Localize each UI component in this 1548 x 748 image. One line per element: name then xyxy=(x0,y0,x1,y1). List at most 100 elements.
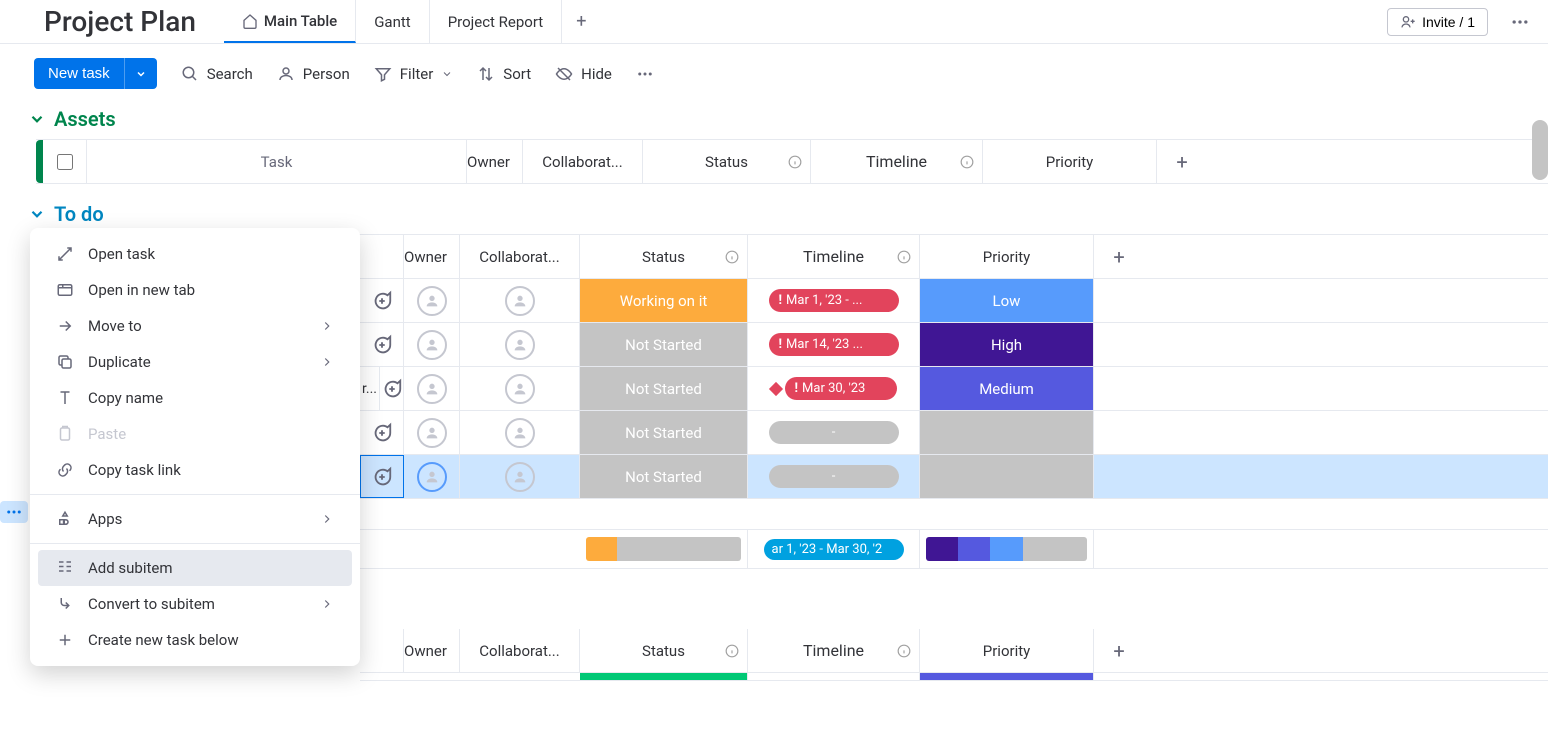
table-row[interactable]: Not Started - xyxy=(360,411,1548,455)
col-status[interactable]: Status xyxy=(580,629,748,672)
chevron-right-icon xyxy=(320,597,334,611)
chat-button[interactable] xyxy=(360,323,404,366)
timeline-cell[interactable]: !Mar 14, '23 ... xyxy=(748,323,920,366)
col-timeline[interactable]: Timeline xyxy=(748,629,920,672)
col-owner[interactable]: Owner xyxy=(404,629,460,672)
add-column-button[interactable]: + xyxy=(1157,140,1207,183)
board-more-button[interactable] xyxy=(1502,12,1538,32)
filter-icon xyxy=(374,65,392,83)
menu-label: Move to xyxy=(88,317,142,335)
avatar-empty-icon xyxy=(505,286,535,316)
apps-icon xyxy=(56,510,74,528)
status-cell[interactable]: Working on it xyxy=(580,279,748,322)
table-row[interactable] xyxy=(360,673,1548,681)
collab-cell[interactable] xyxy=(460,411,580,454)
paste-icon xyxy=(56,425,74,443)
new-task-dropdown[interactable] xyxy=(124,58,157,89)
collab-cell[interactable] xyxy=(460,367,580,410)
timeline-cell[interactable]: !Mar 30, '23 xyxy=(748,367,920,410)
col-timeline[interactable]: Timeline xyxy=(748,235,920,278)
col-collaborators[interactable]: Collaborat... xyxy=(460,629,580,672)
col-status[interactable]: Status xyxy=(643,140,811,183)
timeline-summary[interactable]: ar 1, '23 - Mar 30, '2 xyxy=(748,530,920,568)
menu-convert-subitem[interactable]: Convert to subitem xyxy=(38,586,352,622)
board-title[interactable]: Project Plan xyxy=(44,5,196,38)
col-status[interactable]: Status xyxy=(580,235,748,278)
add-column-button[interactable]: + xyxy=(1094,629,1144,672)
owner-cell[interactable] xyxy=(404,367,460,410)
invite-button[interactable]: Invite / 1 xyxy=(1387,8,1488,36)
col-priority[interactable]: Priority xyxy=(920,235,1094,278)
status-cell[interactable]: Not Started xyxy=(580,411,748,454)
status-summary[interactable] xyxy=(580,530,748,568)
timeline-cell[interactable]: - xyxy=(748,411,920,454)
menu-copy-link[interactable]: Copy task link xyxy=(38,452,352,488)
owner-cell[interactable] xyxy=(404,323,460,366)
menu-open-task[interactable]: Open task xyxy=(38,236,352,272)
tab-project-report[interactable]: Project Report xyxy=(430,0,563,43)
menu-label: Open in new tab xyxy=(88,281,195,299)
scrollbar[interactable] xyxy=(1532,120,1548,180)
priority-summary[interactable] xyxy=(920,530,1094,568)
col-owner[interactable]: Owner xyxy=(404,235,460,278)
select-all-checkbox[interactable] xyxy=(43,140,87,183)
status-cell[interactable]: Not Started xyxy=(580,323,748,366)
menu-add-subitem[interactable]: Add subitem xyxy=(38,550,352,586)
priority-cell[interactable] xyxy=(920,411,1094,454)
person-filter-button[interactable]: Person xyxy=(277,65,350,83)
person-label: Person xyxy=(303,65,350,83)
menu-duplicate[interactable]: Duplicate xyxy=(38,344,352,380)
owner-cell[interactable] xyxy=(404,279,460,322)
col-collaborators[interactable]: Collaborat... xyxy=(460,235,580,278)
priority-cell[interactable] xyxy=(920,455,1094,498)
table-row[interactable]: r... Not Started !Mar 30, '23 Medium xyxy=(360,367,1548,411)
filter-button[interactable]: Filter xyxy=(374,65,454,83)
menu-apps[interactable]: Apps xyxy=(38,501,352,537)
toolbar-more-button[interactable] xyxy=(636,65,654,83)
col-collaborators[interactable]: Collaborat... xyxy=(523,140,643,183)
col-owner[interactable]: Owner xyxy=(467,140,523,183)
priority-cell[interactable]: Low xyxy=(920,279,1094,322)
menu-move-to[interactable]: Move to xyxy=(38,308,352,344)
table-row-selected[interactable]: Not Started - xyxy=(360,455,1548,499)
group-header-assets[interactable]: Assets xyxy=(0,103,1548,139)
search-button[interactable]: Search xyxy=(181,65,253,83)
hide-button[interactable]: Hide xyxy=(555,65,612,83)
col-task[interactable]: Task xyxy=(87,140,467,183)
priority-cell[interactable]: Medium xyxy=(920,367,1094,410)
collab-cell[interactable] xyxy=(460,323,580,366)
col-priority[interactable]: Priority xyxy=(983,140,1157,183)
row-trailing xyxy=(1094,411,1144,454)
col-timeline[interactable]: Timeline xyxy=(811,140,983,183)
new-task-button[interactable]: New task xyxy=(34,58,124,89)
chat-button[interactable] xyxy=(360,279,404,322)
new-tab-icon xyxy=(56,281,74,299)
owner-cell[interactable] xyxy=(404,411,460,454)
chat-button[interactable] xyxy=(380,367,404,410)
timeline-cell[interactable]: - xyxy=(748,455,920,498)
menu-create-below[interactable]: Create new task below xyxy=(38,622,352,658)
sort-button[interactable]: Sort xyxy=(477,65,531,83)
group-summary-row: ar 1, '23 - Mar 30, '2 xyxy=(360,529,1548,569)
menu-open-new-tab[interactable]: Open in new tab xyxy=(38,272,352,308)
info-icon xyxy=(960,155,974,169)
table-row[interactable]: Working on it !Mar 1, '23 - ... Low xyxy=(360,279,1548,323)
timeline-cell[interactable]: !Mar 1, '23 - ... xyxy=(748,279,920,322)
collab-cell[interactable] xyxy=(460,455,580,498)
tab-main-table[interactable]: Main Table xyxy=(224,0,356,43)
menu-copy-name[interactable]: Copy name xyxy=(38,380,352,416)
menu-label: Apps xyxy=(88,510,122,528)
add-view-button[interactable]: + xyxy=(562,11,600,32)
table-row[interactable]: Not Started !Mar 14, '23 ... High xyxy=(360,323,1548,367)
row-options-button[interactable] xyxy=(0,501,28,523)
status-cell[interactable]: Not Started xyxy=(580,367,748,410)
priority-cell[interactable]: High xyxy=(920,323,1094,366)
col-priority[interactable]: Priority xyxy=(920,629,1094,672)
status-cell[interactable]: Not Started xyxy=(580,455,748,498)
tab-gantt[interactable]: Gantt xyxy=(356,0,429,43)
chat-button[interactable] xyxy=(360,411,404,454)
collab-cell[interactable] xyxy=(460,279,580,322)
add-column-button[interactable]: + xyxy=(1094,235,1144,278)
owner-cell[interactable] xyxy=(404,455,460,498)
chat-button[interactable] xyxy=(360,455,404,498)
